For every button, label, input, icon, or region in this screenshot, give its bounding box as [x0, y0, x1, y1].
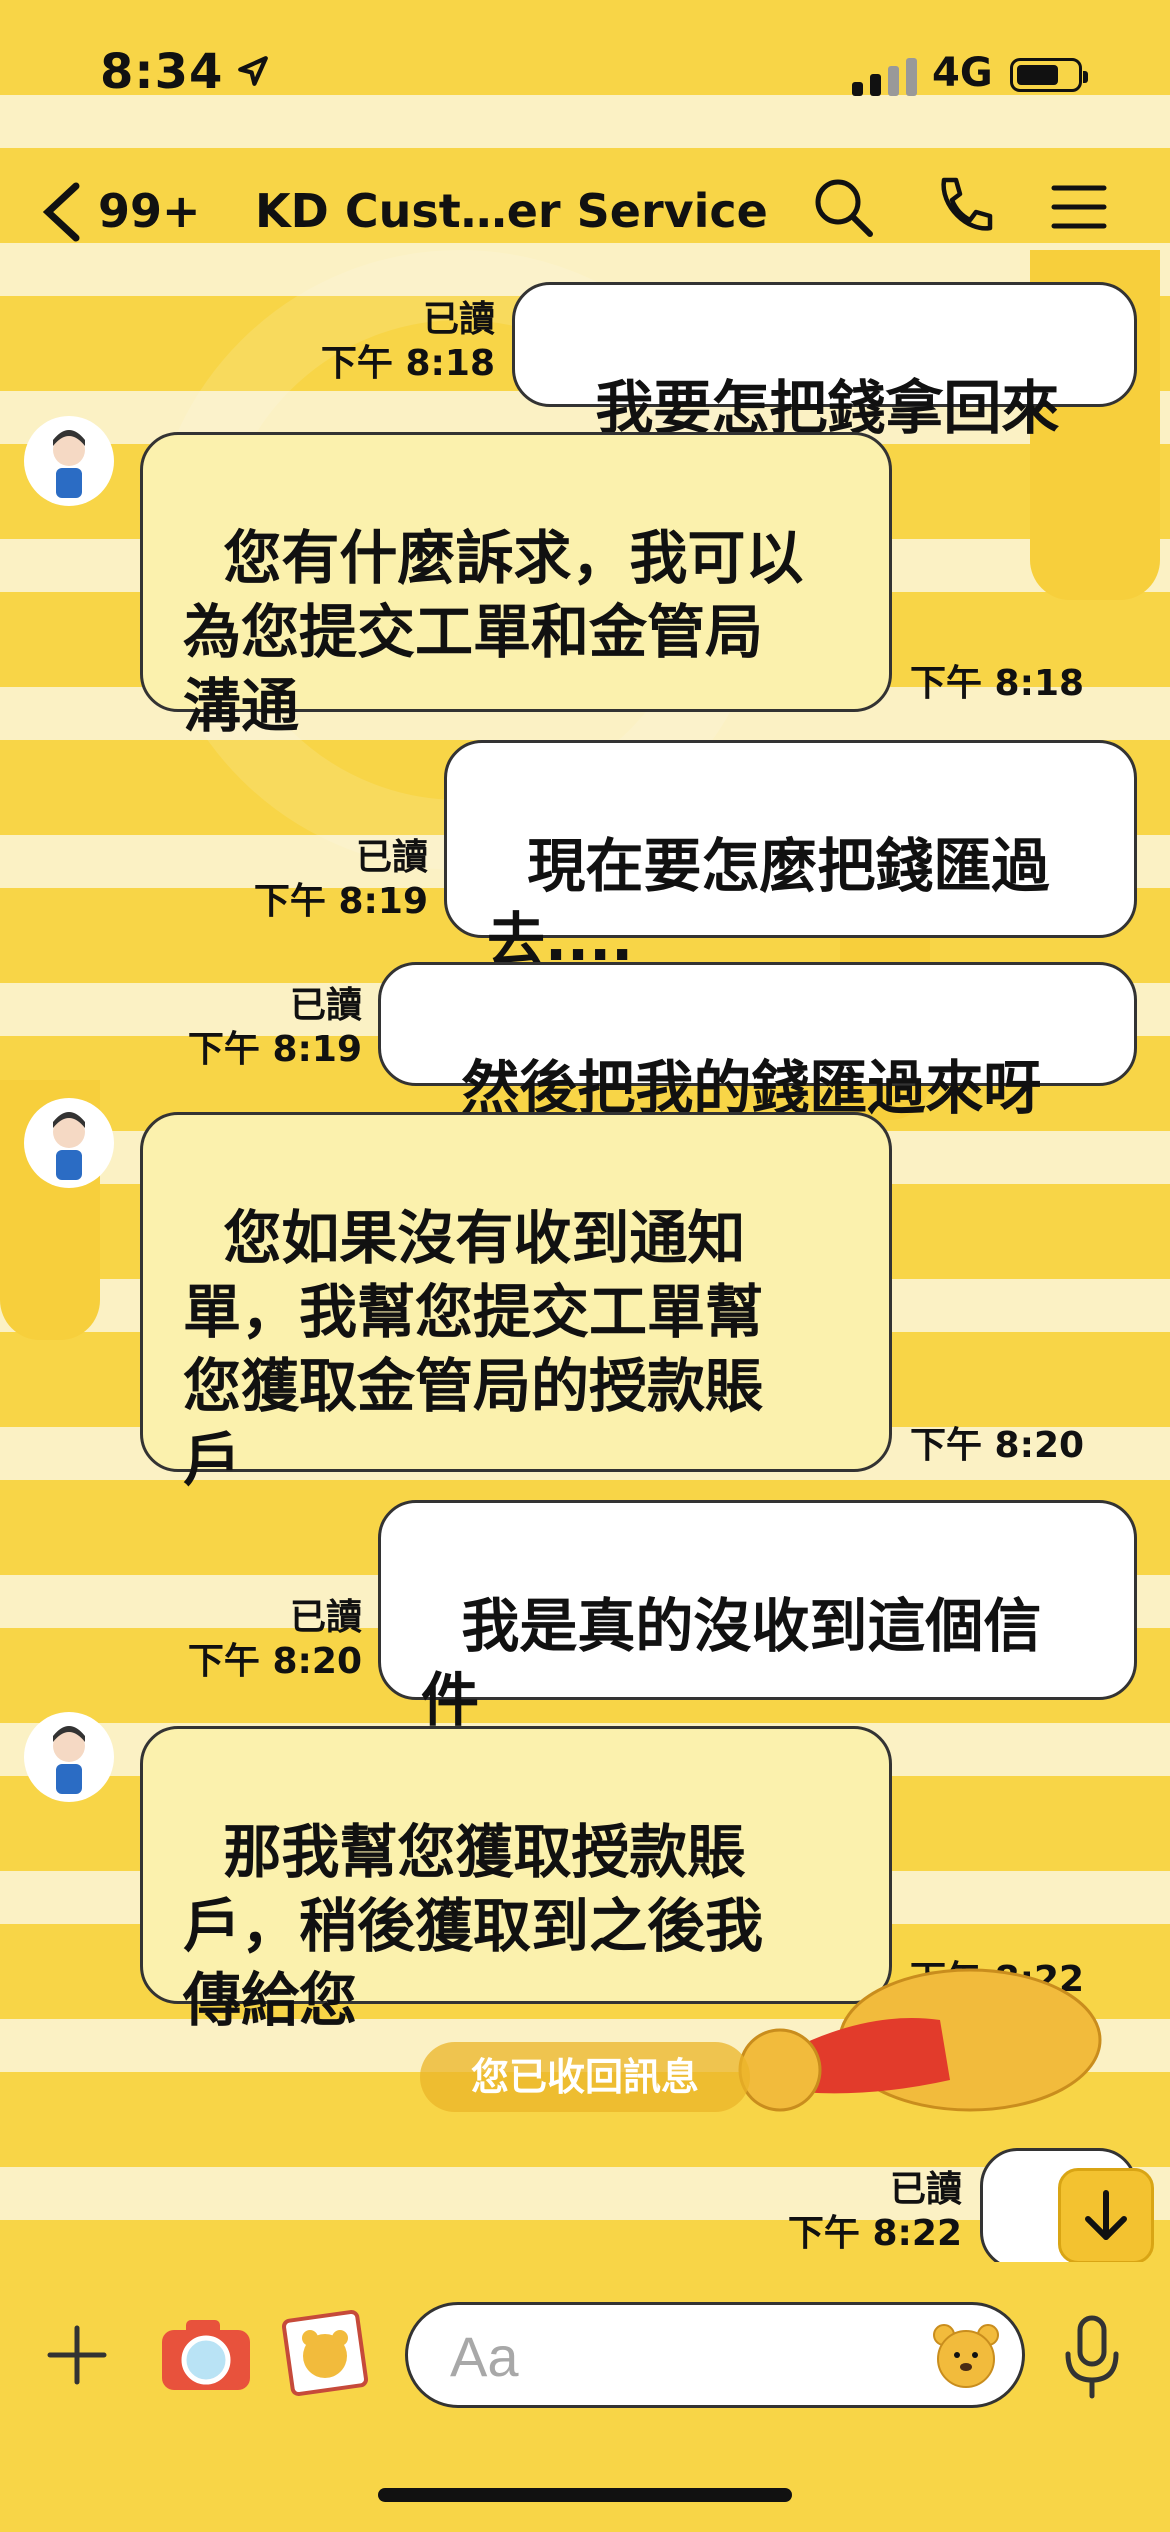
message-time: 下午 8:19	[187, 1029, 362, 1070]
message-text: 您有什麼訴求，我可以 為您提交工單和金管局 溝通	[183, 524, 804, 740]
home-indicator[interactable]	[378, 2488, 792, 2502]
mic-icon[interactable]	[1062, 2314, 1122, 2400]
message-bubble-outgoing[interactable]: 我是真的沒收到這個信 件	[378, 1500, 1137, 1734]
read-receipt: 已讀	[422, 299, 495, 340]
plus-icon[interactable]	[46, 2324, 108, 2386]
message-bubble-incoming[interactable]: 您如果沒有收到通知 單，我幫您提交工單幫 您獲取金管局的授款賬 戶	[140, 1112, 892, 1494]
message-bubble-outgoing[interactable]: 然後把我的錢匯過來呀	[378, 962, 1137, 1122]
message-bubble-outgoing[interactable]: 我要怎把錢拿回來	[512, 282, 1137, 442]
status-time: 8:34	[100, 44, 224, 100]
message-meta: 已讀 下午 8:20	[160, 1596, 362, 1684]
location-arrow-icon	[238, 56, 268, 86]
emoji-icon[interactable]	[930, 2319, 1002, 2391]
search-icon[interactable]	[808, 172, 878, 242]
message-time: 下午 8:20	[187, 1641, 362, 1682]
scroll-to-bottom-button[interactable]	[1058, 2168, 1154, 2264]
message-time: 下午 8:19	[253, 881, 428, 922]
read-receipt: 已讀	[355, 837, 428, 878]
avatar[interactable]	[24, 1712, 114, 1802]
read-receipt: 已讀	[289, 1597, 362, 1638]
message-time: 下午 8:18	[910, 663, 1085, 704]
status-bar: 8:34 4G	[0, 0, 1170, 130]
message-text: 那我幫您獲取授款賬 戶，稍後獲取到之後我 傳給您	[183, 1818, 764, 2034]
message-meta: 已讀 下午 8:18	[300, 298, 495, 386]
avatar[interactable]	[24, 416, 114, 506]
message-input-bar	[0, 2262, 1170, 2532]
sticker-icon[interactable]	[280, 2308, 370, 2398]
message-text-field[interactable]	[448, 2323, 892, 2389]
message-text: 您如果沒有收到通知 單，我幫您提交工單幫 您獲取金管局的授款賬 戶	[183, 1204, 764, 1494]
message-time: 下午 8:18	[320, 343, 495, 384]
message-time: 下午 8:20	[910, 1425, 1085, 1466]
message-bubble-outgoing[interactable]: 現在要怎麼把錢匯過 去....	[444, 740, 1137, 974]
message-meta: 已讀 下午 8:19	[160, 984, 362, 1072]
message-bubble-incoming[interactable]: 您有什麼訴求，我可以 為您提交工單和金管局 溝通	[140, 432, 892, 740]
camera-icon[interactable]	[158, 2314, 254, 2394]
message-text: 我是真的沒收到這個信 件	[421, 1592, 1042, 1734]
chevron-left-icon[interactable]	[40, 182, 84, 242]
unread-count[interactable]: 99+	[98, 184, 201, 238]
avatar[interactable]	[24, 1098, 114, 1188]
battery-icon	[1010, 58, 1088, 92]
read-receipt: 已讀	[889, 2169, 962, 2210]
message-input[interactable]	[405, 2302, 1025, 2408]
signal-icon	[852, 58, 917, 96]
message-time: 下午 8:22	[787, 2213, 962, 2254]
arrow-down-icon	[1085, 2190, 1127, 2240]
message-text: 現在要怎麼把錢匯過 去....	[487, 832, 1050, 974]
phone-icon[interactable]	[928, 172, 998, 242]
chat-header: 99+ KD Cust…er Service	[0, 150, 1170, 270]
menu-icon[interactable]	[1044, 172, 1114, 242]
message-meta: 已讀 下午 8:19	[230, 836, 428, 924]
read-receipt: 已讀	[289, 985, 362, 1026]
network-type: 4G	[932, 50, 993, 96]
recall-notice: 您已收回訊息	[420, 2042, 750, 2112]
chat-title[interactable]: KD Cust…er Service	[255, 184, 768, 238]
message-meta: 已讀 下午 8:22	[760, 2168, 962, 2256]
pooh-illustration	[738, 1968, 1102, 2112]
